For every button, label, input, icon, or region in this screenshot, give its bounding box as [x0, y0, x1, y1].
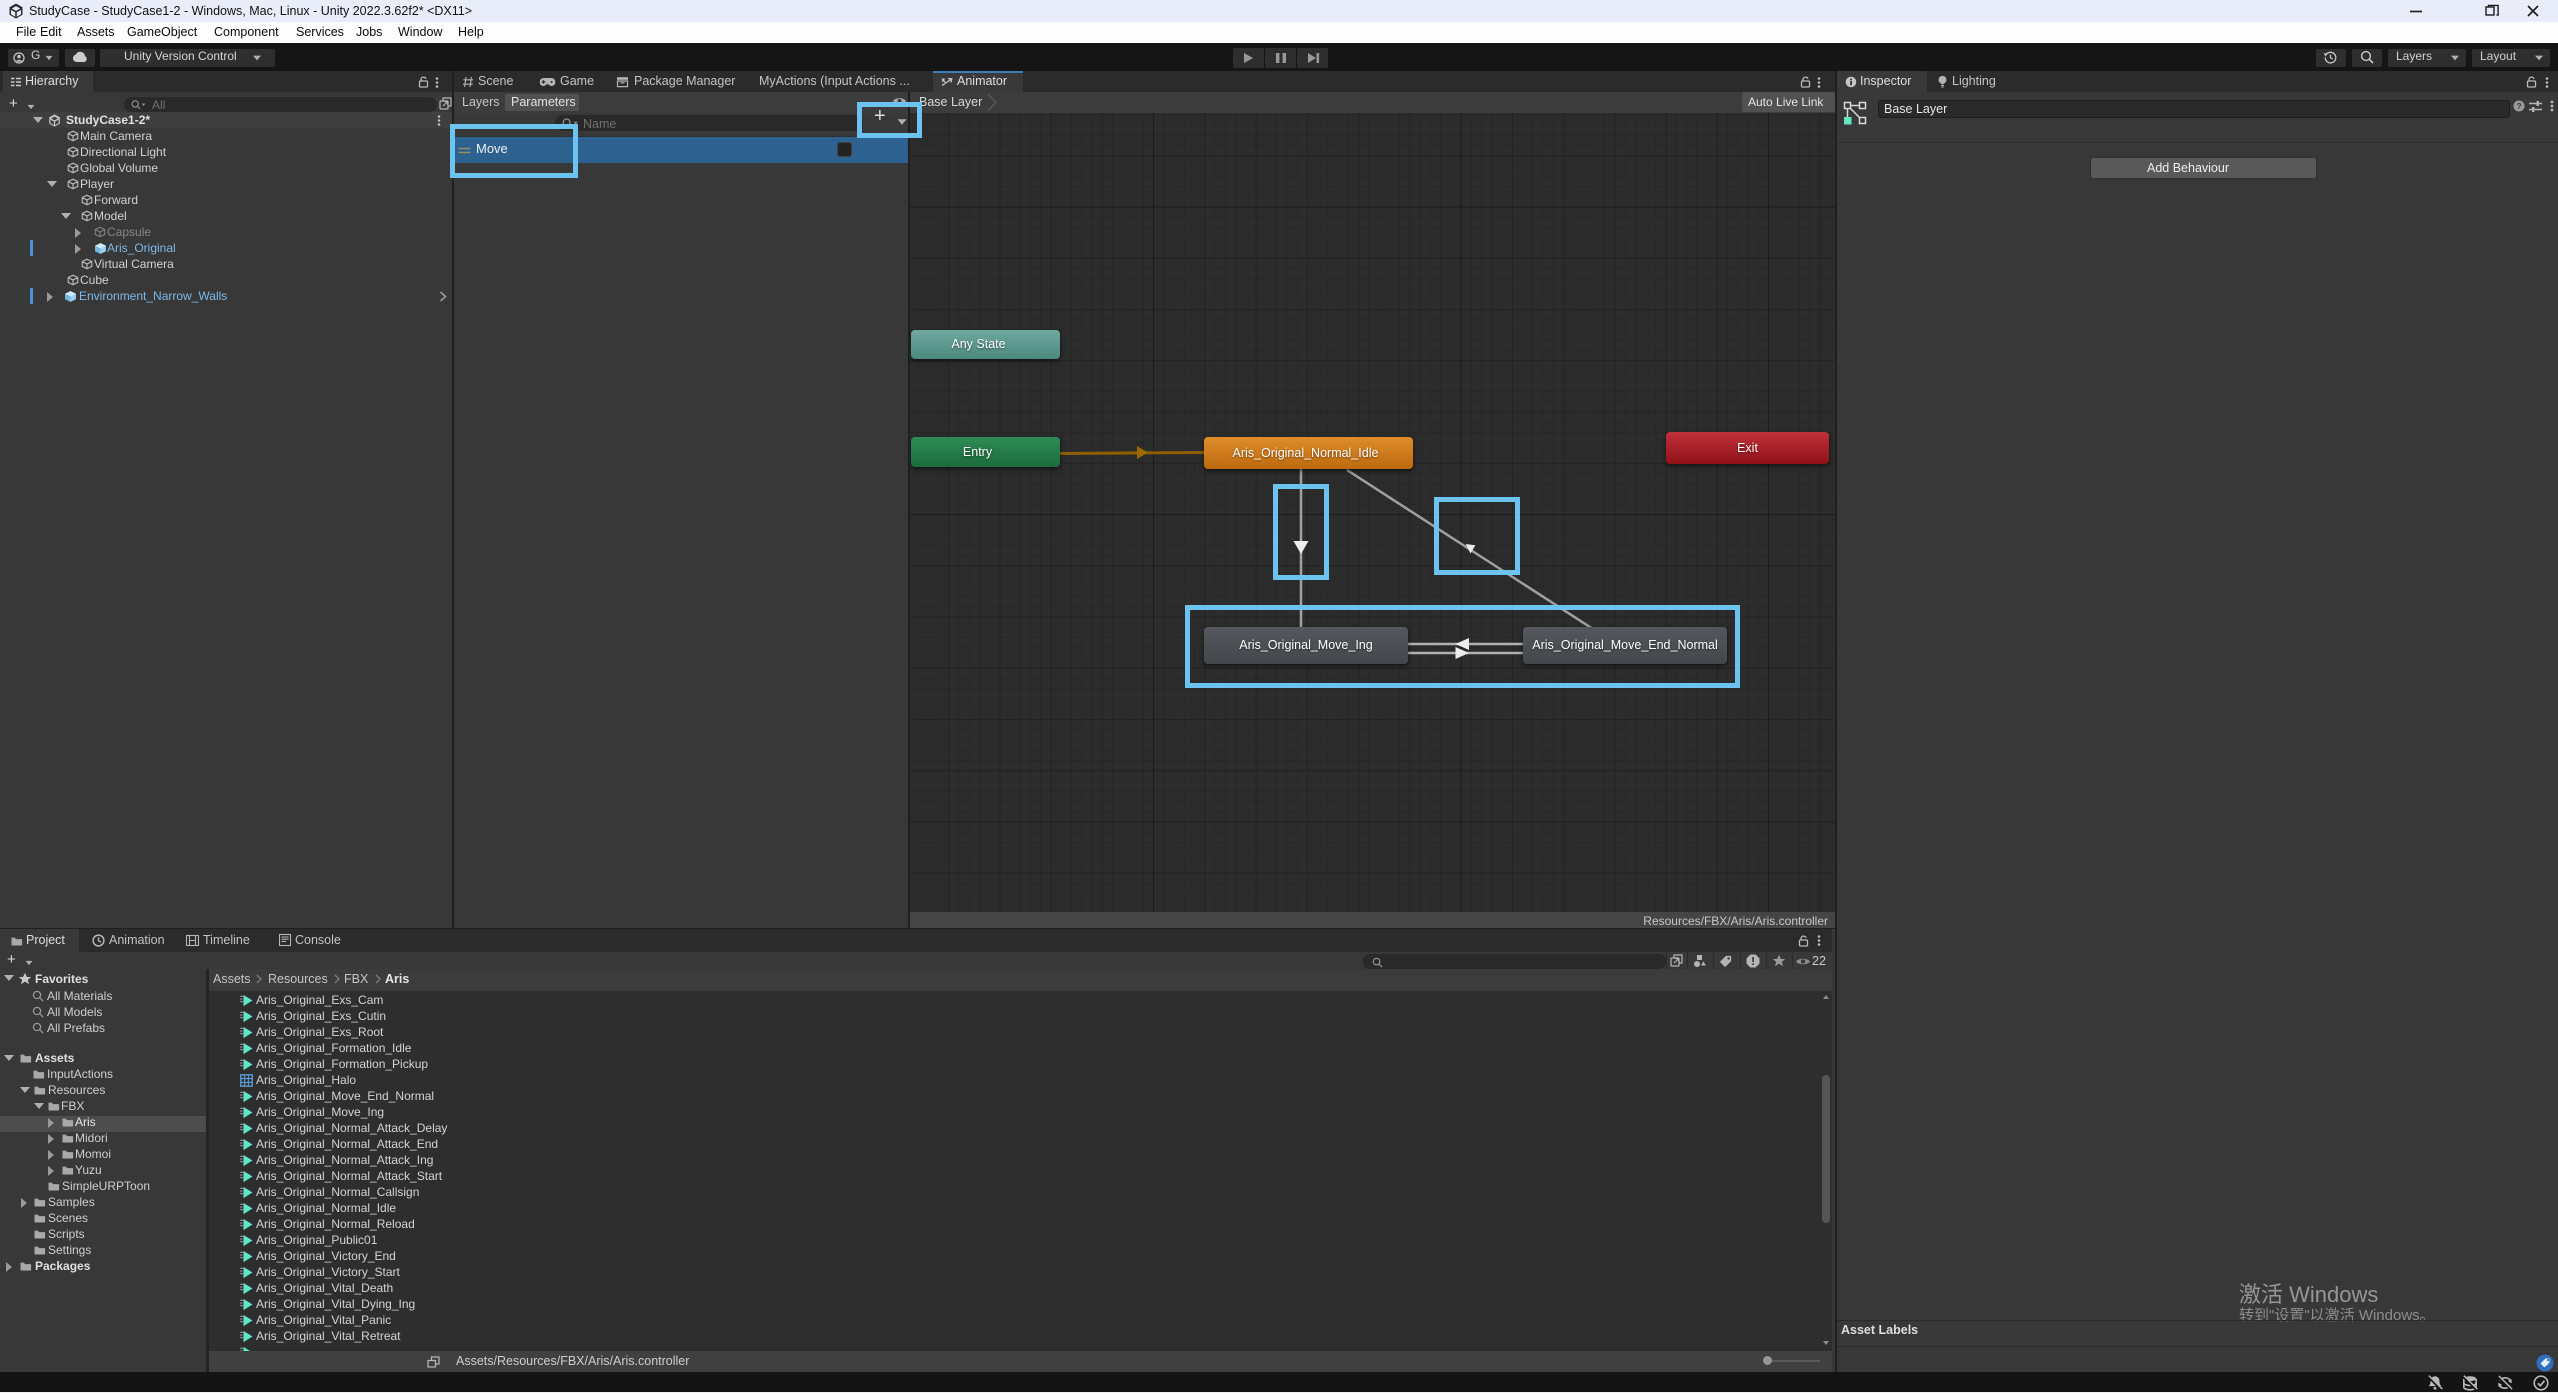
svg-text:?: ? — [2516, 101, 2521, 111]
